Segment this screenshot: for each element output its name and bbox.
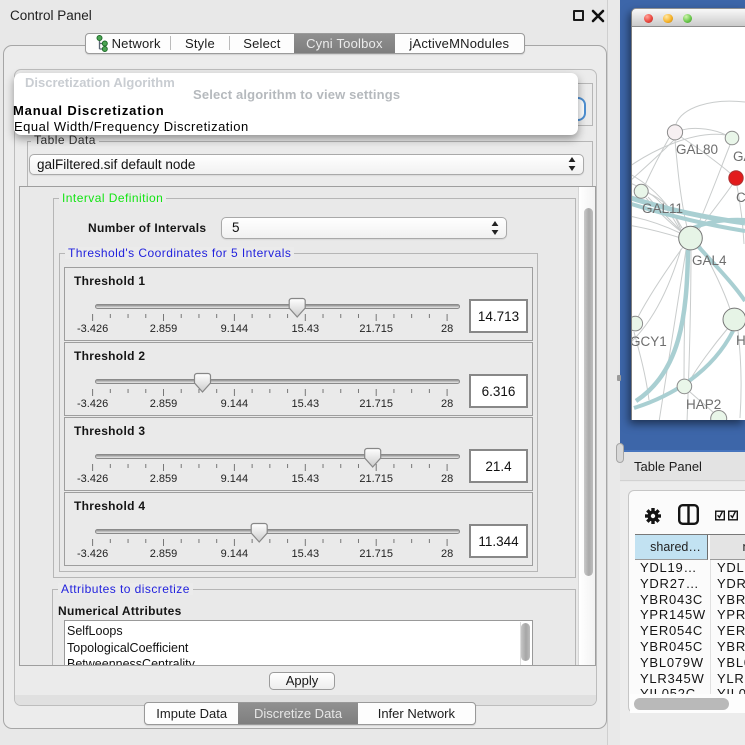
svg-text:C: C xyxy=(736,190,745,205)
svg-text:GCY1: GCY1 xyxy=(632,334,667,349)
svg-text:GAL4: GAL4 xyxy=(692,253,727,268)
svg-text:HAP2: HAP2 xyxy=(686,397,721,412)
svg-text:GAL80: GAL80 xyxy=(676,142,718,157)
svg-text:HI: HI xyxy=(736,333,745,348)
svg-text:GA: GA xyxy=(733,149,745,164)
svg-text:GAL11: GAL11 xyxy=(642,201,683,216)
